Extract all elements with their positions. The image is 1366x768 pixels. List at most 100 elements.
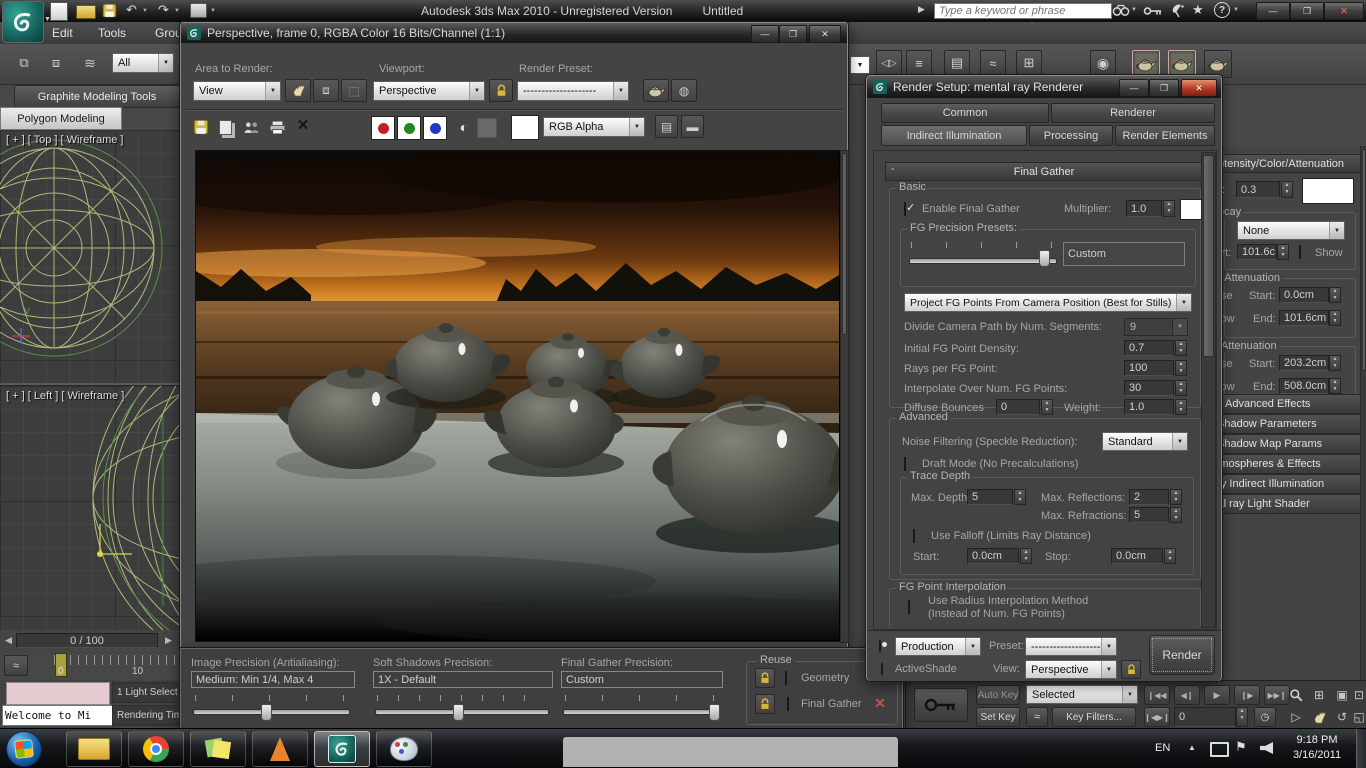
density-field[interactable]: 0.7	[1124, 340, 1174, 356]
reuse-fg-lock-button[interactable]	[755, 694, 775, 714]
tray-volume-icon[interactable]	[1260, 742, 1273, 754]
rfw-close-button[interactable]: ✕	[809, 25, 841, 43]
cp-decay-start-field[interactable]: 101.6c	[1237, 244, 1277, 260]
falloff-stop-field[interactable]: 0.0cm	[1111, 548, 1163, 564]
weight-field[interactable]: 1.0	[1124, 399, 1174, 415]
reuse-fg-clear-icon[interactable]: ✕	[871, 694, 889, 712]
rsd-minimize-button[interactable]: —	[1119, 79, 1149, 97]
reuse-geometry-checkbox[interactable]	[785, 671, 787, 685]
render-button[interactable]: Render	[1149, 635, 1215, 675]
viewport-left-label[interactable]: [ + ] [ Left ] [ Wireframe ]	[6, 390, 124, 402]
frame-back-arrow-icon[interactable]: ◀	[2, 633, 15, 648]
redo-dropdown-icon[interactable]: ▼	[174, 8, 180, 14]
cp-near-start-field[interactable]: 0.0cm	[1279, 287, 1329, 303]
menu-edit[interactable]: Edit	[52, 26, 73, 40]
tab-render-elements[interactable]: Render Elements	[1115, 125, 1215, 146]
play-button[interactable]: ▶	[1204, 685, 1230, 705]
enable-fg-checkbox[interactable]	[904, 202, 906, 216]
fg-multiplier-spinner[interactable]	[1163, 200, 1175, 217]
fg-precision-slider[interactable]	[563, 709, 720, 715]
taskbar-vlc[interactable]	[252, 731, 308, 767]
search-input[interactable]	[934, 3, 1112, 19]
fetch-dropdown-icon[interactable]: ▼	[210, 8, 216, 14]
rollout-mr-light-shader[interactable]: mental ray Light Shader	[1222, 494, 1366, 514]
communication-center-icon[interactable]	[1170, 3, 1186, 19]
redo-icon[interactable]: ↷	[158, 2, 169, 18]
rays-spinner[interactable]	[1175, 360, 1187, 376]
cp-far-start-field[interactable]: 203.2cm	[1279, 355, 1329, 371]
render-setup-icon[interactable]	[1132, 50, 1160, 78]
reuse-geometry-lock-button[interactable]	[755, 668, 775, 688]
draft-mode-checkbox[interactable]	[904, 457, 906, 471]
rfw-viewport-dropdown[interactable]: Perspective	[373, 81, 485, 101]
toolbar-overflow-icon[interactable]: ▼	[850, 56, 870, 74]
minimize-button[interactable]: —	[1256, 2, 1290, 20]
help-icon[interactable]: ?	[1214, 2, 1230, 18]
orbit-icon[interactable]: ↺	[1332, 707, 1352, 727]
interp-field[interactable]: 30	[1124, 380, 1174, 396]
density-spinner[interactable]	[1175, 340, 1187, 356]
zoom-extents-icon[interactable]: ▣	[1332, 685, 1352, 705]
application-menu-arrow-icon[interactable]: ▼	[44, 16, 51, 23]
maxrefl-spinner[interactable]	[1170, 489, 1182, 505]
rollout-mr-indirect-illumination[interactable]: mental ray Indirect Illumination	[1222, 474, 1366, 494]
curve-editor-icon[interactable]: ≈	[980, 50, 1006, 76]
zoom-extents-all-icon[interactable]: ⊡	[1350, 685, 1366, 705]
subscription-key-icon[interactable]	[1143, 5, 1163, 17]
falloff-start-spinner[interactable]	[1020, 548, 1032, 564]
viewport-top-label[interactable]: [ + ] [ Top ] [ Wireframe ]	[6, 134, 123, 146]
rfw-copy-image-icon[interactable]	[215, 117, 235, 137]
show-desktop-button[interactable]	[1356, 729, 1366, 768]
maxdepth-field[interactable]: 5	[967, 489, 1013, 505]
cp-decay-start-spinner[interactable]	[1277, 244, 1289, 260]
save-file-icon[interactable]	[102, 3, 117, 18]
rfw-save-image-icon[interactable]	[191, 117, 211, 137]
field-of-view-icon[interactable]: ▷	[1286, 707, 1306, 727]
bounces-spinner[interactable]	[1041, 399, 1053, 415]
tab-renderer[interactable]: Renderer	[1051, 103, 1215, 123]
tray-expand-icon[interactable]: ▲	[1188, 743, 1196, 752]
go-to-start-button[interactable]: ❙◀◀	[1144, 685, 1170, 705]
default-in-out-tangents-button[interactable]: ≈	[1026, 707, 1048, 727]
maxrefr-field[interactable]: 5	[1129, 507, 1169, 523]
tab-common[interactable]: Common	[881, 103, 1049, 123]
key-filters-button[interactable]: Key Filters...	[1052, 707, 1136, 727]
undo-dropdown-icon[interactable]: ▼	[142, 8, 148, 14]
preset-dropdown[interactable]: -------------------	[1025, 637, 1117, 656]
selection-filter-dropdown[interactable]: All	[112, 53, 174, 73]
scrollbar-thumb[interactable]	[1203, 155, 1214, 357]
infocenter-arrow-icon[interactable]: ▶	[918, 4, 925, 15]
menu-group[interactable]: Grou	[155, 26, 182, 40]
viewport-left[interactable]: [ + ] [ Left ] [ Wireframe ]	[0, 385, 183, 631]
falloff-start-field[interactable]: 0.0cm	[967, 548, 1019, 564]
start-button[interactable]	[6, 731, 42, 767]
fg-presets-slider-thumb[interactable]	[1039, 250, 1050, 267]
cp-decay-type-dropdown[interactable]: None	[1237, 221, 1345, 240]
fg-multiplier-field[interactable]: 1.0	[1126, 200, 1162, 217]
rfw-clear-icon[interactable]: ✕	[293, 115, 313, 135]
tab-processing[interactable]: Processing	[1029, 125, 1113, 146]
rollout-atmospheres-effects[interactable]: Atmospheres & Effects	[1222, 454, 1366, 474]
rfw-channel-dropdown[interactable]: RGB Alpha	[543, 117, 645, 137]
rfw-environment-button[interactable]: ◍	[671, 79, 697, 102]
scrollbar-thumb[interactable]	[1362, 149, 1366, 371]
rfw-autoregion-button[interactable]: ⬚	[341, 79, 367, 102]
tray-clock[interactable]: 9:18 PM 3/16/2011	[1284, 733, 1350, 763]
use-falloff-checkbox[interactable]	[913, 529, 915, 543]
new-scene-icon[interactable]	[50, 2, 68, 21]
maxscript-listener-line[interactable]: Welcome to Mi	[2, 705, 114, 726]
soft-shadows-slider-thumb[interactable]	[453, 704, 464, 721]
cp-near-start-spinner[interactable]	[1329, 287, 1341, 303]
close-button[interactable]: ✕	[1324, 2, 1364, 20]
fg-project-dropdown[interactable]: Project FG Points From Camera Position (…	[904, 293, 1192, 312]
restore-button[interactable]: ❐	[1290, 2, 1324, 20]
rfw-alpha-button[interactable]	[477, 118, 497, 138]
taskbar-explorer[interactable]	[66, 731, 122, 767]
cp-multiplier-spinner[interactable]	[1281, 181, 1293, 198]
align-icon[interactable]: ≡	[906, 50, 932, 76]
rfw-window-mode-button[interactable]: ▬	[681, 115, 704, 138]
cp-light-color-swatch[interactable]	[1302, 178, 1354, 204]
bounces-field[interactable]: 0	[996, 399, 1040, 415]
production-radio[interactable]	[879, 639, 881, 653]
taskbar-sticky-notes[interactable]	[190, 731, 246, 767]
